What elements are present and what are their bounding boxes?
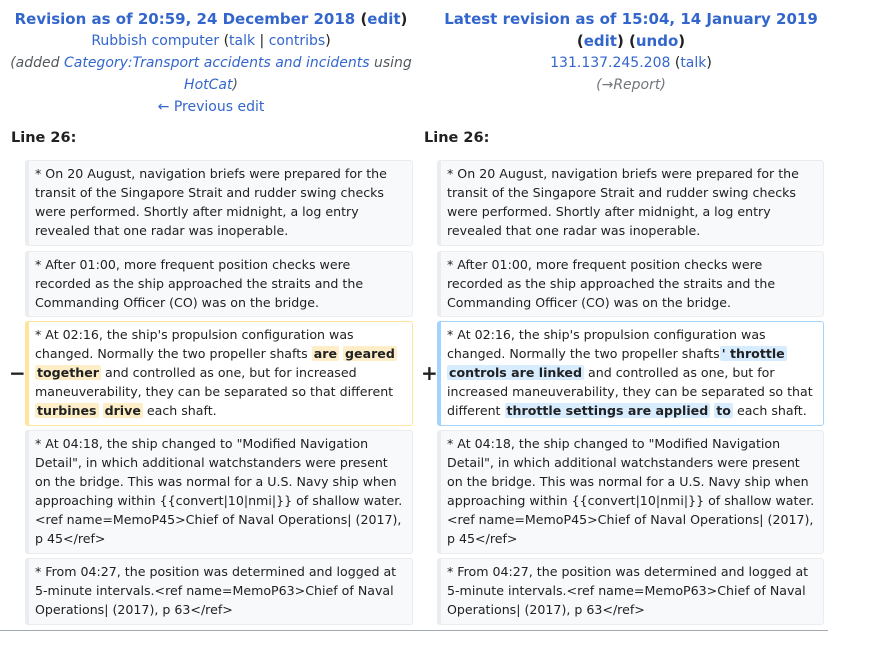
deleted-word: are (311, 346, 339, 361)
old-user-talk-link[interactable]: talk (229, 33, 255, 49)
old-user-contribs-link[interactable]: contribs (269, 33, 325, 49)
added-word: ' throttle (719, 346, 787, 361)
category-link[interactable]: Category:Transport accidents and inciden… (64, 55, 370, 71)
deleted-word: together (35, 365, 101, 380)
old-context-line: * After 01:00, more frequent position ch… (25, 251, 413, 317)
diff-bottom-divider (0, 630, 828, 631)
new-context-line: * At 04:18, the ship changed to "Modifie… (437, 430, 824, 554)
new-revision-actions: (edit) (undo) (576, 32, 686, 50)
old-revision-title-line: Revision as of 20:59, 24 December 2018 (… (14, 10, 408, 28)
new-revision-header: Latest revision as of 15:04, 14 January … (436, 8, 826, 96)
old-line-number: Line 26: (11, 130, 77, 146)
hotcat-link[interactable]: HotCat (184, 77, 232, 93)
deleted-word: geared (343, 346, 397, 361)
undo-link[interactable]: undo (636, 32, 678, 50)
old-edit-summary: (added Category:Transport accidents and … (10, 55, 412, 93)
added-line-marker: + (421, 361, 438, 385)
added-word: controls are linked (447, 365, 584, 380)
deleted-line: * At 02:16, the ship's propulsion config… (25, 321, 413, 426)
old-context-line: * From 04:27, the position was determine… (25, 558, 413, 625)
old-context-line: * At 04:18, the ship changed to "Modifie… (25, 430, 413, 554)
new-edit-summary: (→Report) (596, 77, 666, 93)
old-context-line: * On 20 August, navigation briefs were p… (25, 160, 413, 246)
deleted-word: drive (102, 403, 143, 418)
deleted-word: turbines (35, 403, 99, 418)
new-revision-link[interactable]: Latest revision as of 15:04, 14 January … (444, 10, 818, 28)
old-revision-header: Revision as of 20:59, 24 December 2018 (… (10, 8, 412, 118)
old-edit-link[interactable]: edit (367, 10, 400, 28)
new-revision-title-line: Latest revision as of 15:04, 14 January … (436, 8, 826, 30)
new-context-line: * From 04:27, the position was determine… (437, 558, 824, 625)
new-user-line: 131.137.245.208 (talk) (550, 55, 712, 71)
new-context-line: * On 20 August, navigation briefs were p… (437, 160, 824, 246)
new-edit-link[interactable]: edit (584, 32, 617, 50)
new-line-number: Line 26: (424, 130, 490, 146)
new-user-link[interactable]: 131.137.245.208 (550, 55, 670, 71)
added-line: * At 02:16, the ship's propulsion config… (437, 321, 824, 426)
deleted-line-marker: − (9, 361, 26, 385)
old-revision-link[interactable]: Revision as of 20:59, 24 December 2018 (15, 10, 356, 28)
previous-edit-link[interactable]: ← Previous edit (158, 99, 265, 115)
old-user-line: Rubbish computer (talk | contribs) (91, 33, 331, 49)
added-word: throttle settings are applied (504, 403, 711, 418)
old-user-link[interactable]: Rubbish computer (91, 33, 219, 49)
new-context-line: * After 01:00, more frequent position ch… (437, 251, 824, 317)
added-word: to (714, 403, 733, 418)
new-user-talk-link[interactable]: talk (680, 55, 706, 71)
